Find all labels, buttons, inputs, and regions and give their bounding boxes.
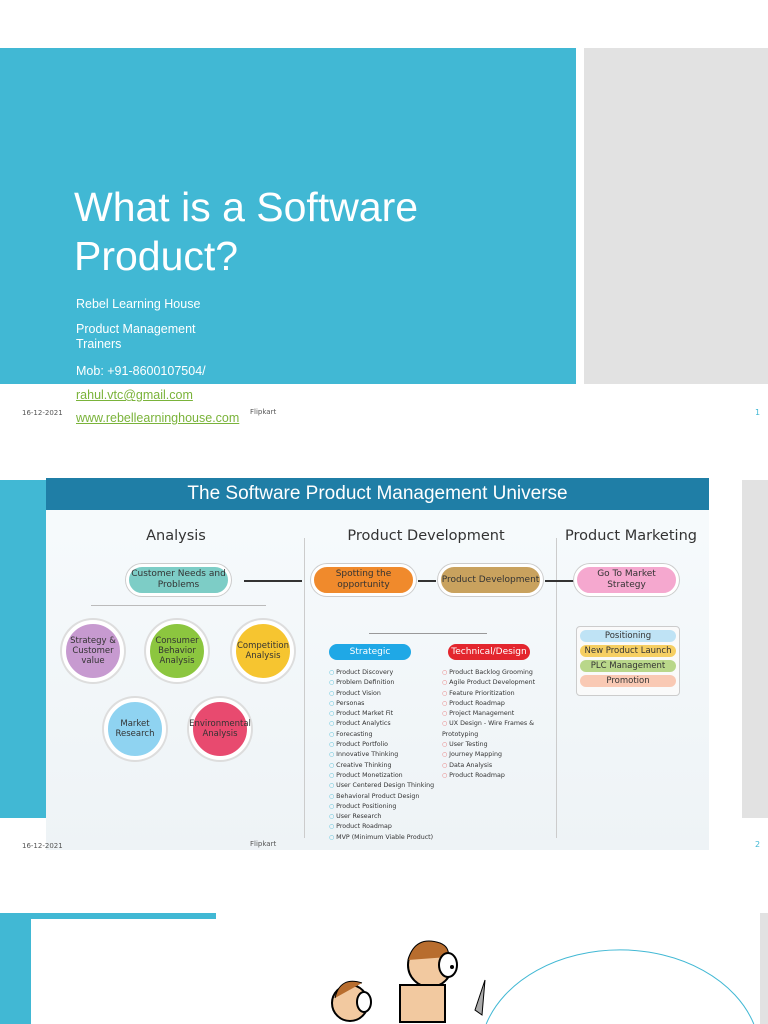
- mobile-text: Mob: +91-8600107504/: [76, 364, 206, 378]
- footer-date: 16-12-2021: [22, 409, 63, 417]
- node-consumer-behavior: Consumer Behavior Analysis: [146, 620, 208, 682]
- slide-title: What is a Software Product?: [74, 184, 419, 279]
- list-item: User Centered Design Thinking: [329, 781, 449, 791]
- strategic-tag: Strategic: [329, 644, 411, 660]
- org-name: Rebel Learning House: [76, 297, 201, 311]
- list-item: Product Analytics: [329, 719, 449, 729]
- list-item: Product Discovery: [329, 668, 449, 678]
- slide3-right-strip: [760, 913, 768, 1024]
- marketing-item: PLC Management: [580, 660, 676, 672]
- step-spotting: Spotting the opportunity: [311, 564, 416, 596]
- footer-text: Flipkart: [250, 408, 277, 416]
- list-item: User Testing: [442, 740, 537, 750]
- slide3-top-bar: [0, 913, 216, 919]
- website-link[interactable]: www.rebellearninghouse.com: [76, 411, 239, 425]
- page-number: 1: [755, 408, 761, 417]
- node-market-research: Market Research: [104, 698, 166, 760]
- list-item: Creative Thinking: [329, 761, 449, 771]
- marketing-item: New Product Launch: [580, 645, 676, 657]
- node-competition: Competition Analysis: [232, 620, 294, 682]
- node-customer-needs: Customer Needs and Problems: [126, 564, 231, 596]
- section-development: Product Development: [347, 528, 505, 544]
- section-marketing: Product Marketing: [565, 528, 697, 544]
- list-item: Product Vision: [329, 689, 449, 699]
- list-item: Product Monetization: [329, 771, 449, 781]
- list-item: MVP (Minimum Viable Product): [329, 833, 449, 843]
- node-strategy: Strategy & Customer value: [62, 620, 124, 682]
- technical-list: Product Backlog GroomingAgile Product De…: [442, 668, 537, 781]
- list-item: User Research: [329, 812, 449, 822]
- technical-tag: Technical/Design: [448, 644, 530, 660]
- list-item: Innovative Thinking: [329, 750, 449, 760]
- divider: [556, 538, 557, 838]
- list-item: Product Positioning: [329, 802, 449, 812]
- trainers-text: Product Management Trainers: [76, 322, 196, 351]
- list-item: UX Design - Wire Frames & Prototyping: [442, 719, 537, 740]
- marketing-item: Positioning: [580, 630, 676, 642]
- caveman-illustration: [331, 940, 755, 1024]
- list-item: Agile Product Development: [442, 678, 537, 688]
- list-item: Problem Definition: [329, 678, 449, 688]
- marketing-item: Promotion: [580, 675, 676, 687]
- arrow-icon: [418, 580, 436, 582]
- list-item: Feature Prioritization: [442, 689, 537, 699]
- arrow-icon: [244, 580, 302, 582]
- list-item: Personas: [329, 699, 449, 709]
- list-item: Product Roadmap: [442, 699, 537, 709]
- slide2-left-strip: [0, 480, 46, 818]
- list-item: Project Management: [442, 709, 537, 719]
- step-product-development: Product Development: [438, 564, 543, 596]
- list-item: Behavioral Product Design: [329, 792, 449, 802]
- arrow-icon: [545, 580, 575, 582]
- node-go-to-market: Go To Market Strategy: [574, 564, 679, 596]
- footer-text: Flipkart: [250, 840, 277, 848]
- slide1-side-panel: [584, 48, 768, 384]
- strategic-list: Product DiscoveryProblem DefinitionProdu…: [329, 668, 449, 843]
- list-item: Product Market Fit: [329, 709, 449, 719]
- list-item: Product Portfolio: [329, 740, 449, 750]
- list-item: Data Analysis: [442, 761, 537, 771]
- list-item: Forecasting: [329, 730, 449, 740]
- connector: [369, 633, 487, 634]
- divider: [304, 538, 305, 838]
- list-item: Product Backlog Grooming: [442, 668, 537, 678]
- list-item: Product Roadmap: [442, 771, 537, 781]
- section-analysis: Analysis: [146, 528, 206, 544]
- email-link[interactable]: rahul.vtc@gmail.com: [76, 388, 193, 402]
- list-item: Product Roadmap: [329, 822, 449, 832]
- slide3-left-strip: [0, 913, 31, 1024]
- footer-date: 16-12-2021: [22, 842, 63, 850]
- list-item: Journey Mapping: [442, 750, 537, 760]
- spm-universe-infographic: The Software Product Management Universe…: [46, 478, 709, 850]
- node-environmental: Environmental Analysis: [189, 698, 251, 760]
- infographic-banner: The Software Product Management Universe: [46, 478, 709, 510]
- slide2-right-strip: [742, 480, 768, 818]
- page-number: 2: [755, 840, 761, 849]
- connector: [91, 605, 266, 606]
- marketing-list: Positioning New Product Launch PLC Manag…: [576, 626, 680, 696]
